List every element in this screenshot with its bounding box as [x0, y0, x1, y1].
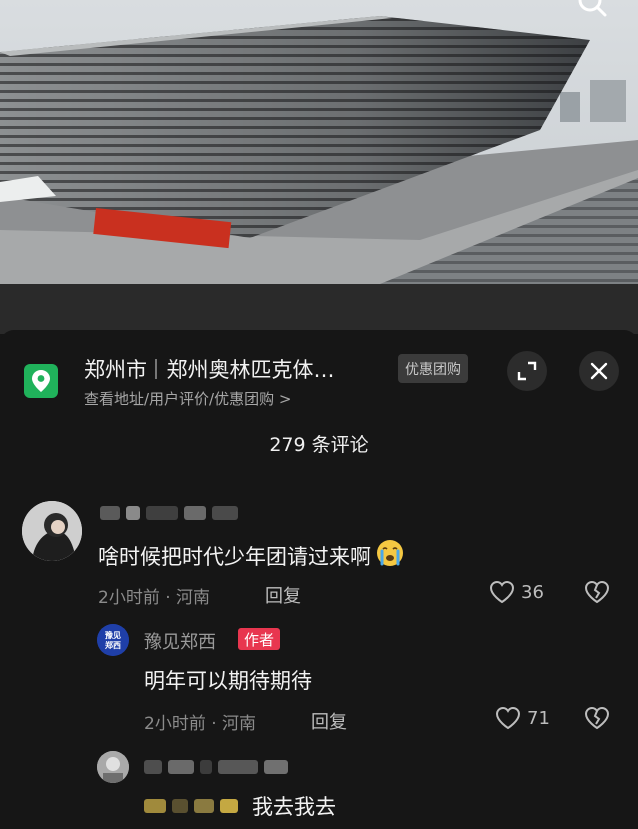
close-icon: [590, 362, 608, 380]
commenter-name-blurred: [100, 504, 238, 522]
location-title[interactable]: 郑州市 郑州奥林匹克体…: [84, 352, 335, 386]
location-divider: [155, 359, 157, 379]
commenter-name-blurred: [144, 758, 288, 776]
comment-text-content: 啥时候把时代少年团请过来啊: [98, 544, 371, 569]
location-pin-icon[interactable]: [24, 364, 58, 398]
expand-icon: [517, 361, 537, 381]
reply-button[interactable]: 回复: [265, 582, 301, 608]
svg-text:郑西: 郑西: [105, 640, 121, 650]
dislike-button[interactable]: [584, 706, 610, 734]
location-subtitle-link[interactable]: 查看地址/用户评价/优惠团购 >: [84, 388, 291, 409]
photo-bottom-strip: [0, 284, 638, 334]
heart-icon: [495, 706, 521, 730]
like-count: 36: [521, 581, 544, 603]
location-venue: 郑州奥林匹克体…: [166, 358, 335, 382]
close-button[interactable]: [579, 351, 619, 391]
author-badge: 作者: [238, 628, 281, 650]
like-count: 71: [527, 707, 550, 729]
like-button[interactable]: 71: [495, 706, 550, 730]
broken-heart-icon: [584, 706, 610, 730]
stadium-photo: [0, 0, 638, 284]
reply-button[interactable]: 回复: [311, 708, 347, 734]
search-button[interactable]: [572, 0, 616, 30]
author-name[interactable]: 豫见郑西: [144, 628, 216, 654]
expand-button[interactable]: [507, 351, 547, 391]
comment-text: 啥时候把时代少年团请过来啊: [98, 538, 405, 573]
emoji-blurred: [144, 797, 238, 815]
crying-face-icon: [375, 538, 405, 573]
location-city: 郑州市: [84, 358, 147, 382]
like-button[interactable]: 36: [489, 580, 544, 604]
reply-meta: 2小时前 · 河南: [144, 714, 257, 734]
group-deal-badge[interactable]: 优惠团购: [398, 354, 468, 383]
comment-meta: 2小时前 · 河南: [98, 588, 211, 608]
author-avatar[interactable]: 豫见 郑西: [97, 624, 129, 656]
broken-heart-icon: [584, 580, 610, 604]
comment-count-title: 279 条评论: [269, 434, 369, 456]
reply-text: 明年可以期待期待: [144, 669, 312, 693]
comment-text: 我去我去: [252, 795, 336, 819]
avatar[interactable]: [97, 751, 129, 783]
search-icon: [578, 0, 607, 17]
heart-icon: [489, 580, 515, 604]
svg-text:豫见: 豫见: [105, 630, 121, 640]
dislike-button[interactable]: [584, 580, 610, 608]
avatar[interactable]: [22, 501, 82, 561]
